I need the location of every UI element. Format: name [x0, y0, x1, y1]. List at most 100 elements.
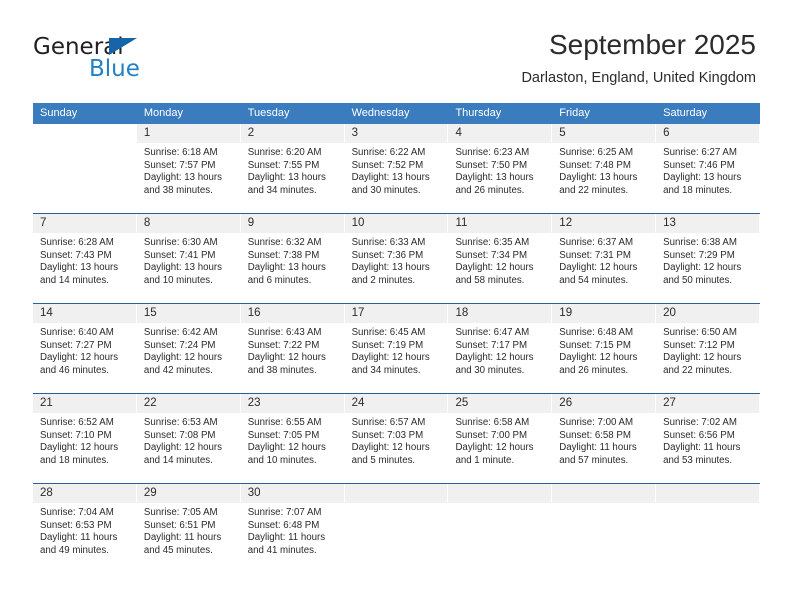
calendar-day-cell[interactable]: 14 Sunrise: 6:40 AM Sunset: 7:27 PM Dayligh… [33, 304, 137, 393]
day-details: Sunrise: 6:33 AM Sunset: 7:36 PM Daylight:… [345, 233, 449, 287]
sunset-text: Sunset: 6:48 PM [247, 519, 320, 531]
daylight-text-line1: Daylight: 12 hours [351, 352, 430, 364]
calendar-day-cell[interactable]: 11 Sunrise: 6:35 AM Sunset: 7:34 PM Dayligh… [448, 214, 553, 303]
daylight-text-line1: Daylight: 11 hours [143, 532, 222, 544]
daylight-text-line2: and 10 minutes. [247, 454, 317, 466]
day-number-band: 22 [136, 394, 241, 413]
sunrise-text: Sunrise: 6:27 AM [663, 147, 737, 158]
day-number: 1 [143, 127, 151, 139]
sunrise-text: Sunrise: 6:52 AM [40, 417, 114, 428]
calendar-day-cell[interactable]: 25 Sunrise: 6:58 AM Sunset: 7:00 PM Dayligh… [448, 394, 553, 483]
day-details: Sunrise: 6:52 AM Sunset: 7:10 PM Daylight:… [33, 413, 137, 467]
calendar-day-cell[interactable]: 18 Sunrise: 6:47 AM Sunset: 7:17 PM Dayligh… [448, 304, 553, 393]
sunset-text: Sunset: 7:31 PM [559, 249, 631, 261]
day-number-band [344, 484, 449, 503]
day-number-band [656, 484, 761, 503]
day-details: Sunrise: 6:53 AM Sunset: 7:08 PM Daylight:… [137, 413, 241, 467]
daylight-text-line1: Daylight: 11 hours [40, 532, 118, 544]
daylight-text-line2: and 54 minutes. [559, 274, 629, 286]
day-number: 20 [663, 307, 676, 319]
daylight-text-line1: Daylight: 11 hours [663, 442, 741, 454]
sunset-text: Sunset: 7:29 PM [663, 249, 735, 261]
sunset-text: Sunset: 7:34 PM [455, 249, 528, 261]
calendar-day-cell[interactable]: 29 Sunrise: 7:05 AM Sunset: 6:51 PM Dayligh… [136, 484, 241, 573]
sunrise-text: Sunrise: 6:18 AM [143, 147, 218, 158]
calendar-day-cell[interactable]: 7 Sunrise: 6:28 AM Sunset: 7:43 PM Daylight… [33, 214, 137, 303]
day-number-band: 11 [448, 214, 553, 233]
calendar-day-cell[interactable]: 17 Sunrise: 6:45 AM Sunset: 7:19 PM Dayligh… [344, 304, 449, 393]
calendar-day-cell[interactable]: 22 Sunrise: 6:53 AM Sunset: 7:08 PM Dayligh… [136, 394, 241, 483]
calendar-day-cell[interactable]: 9 Sunrise: 6:32 AM Sunset: 7:38 PM Daylight… [240, 214, 345, 303]
sunrise-text: Sunrise: 6:40 AM [40, 327, 114, 338]
calendar-day-cell[interactable]: 26 Sunrise: 7:00 AM Sunset: 6:58 PM Dayligh… [552, 394, 657, 483]
sunset-text: Sunset: 7:24 PM [143, 339, 216, 351]
calendar-day-cell[interactable]: 21 Sunrise: 6:52 AM Sunset: 7:10 PM Dayligh… [33, 394, 137, 483]
day-number: 9 [247, 217, 255, 229]
day-details: Sunrise: 6:43 AM Sunset: 7:22 PM Daylight:… [241, 323, 345, 377]
sunrise-text: Sunrise: 6:48 AM [559, 327, 634, 338]
daylight-text-line1: Daylight: 12 hours [247, 442, 326, 454]
calendar-day-cell[interactable]: 30 Sunrise: 7:07 AM Sunset: 6:48 PM Dayligh… [240, 484, 345, 573]
daylight-text-line1: Daylight: 12 hours [143, 442, 222, 454]
daylight-text-line2: and 14 minutes. [143, 454, 213, 466]
general-blue-logo: General Blue [33, 34, 253, 86]
sunrise-text: Sunrise: 6:38 AM [663, 237, 737, 248]
daylight-text-line2: and 53 minutes. [663, 454, 733, 466]
daylight-text-line1: Daylight: 13 hours [663, 172, 742, 184]
calendar-day-cell[interactable]: 1 Sunrise: 6:18 AM Sunset: 7:57 PM Daylight… [136, 124, 241, 213]
day-number-band: 14 [33, 304, 137, 323]
sunrise-text: Sunrise: 6:30 AM [143, 237, 218, 248]
calendar-day-cell[interactable]: 8 Sunrise: 6:30 AM Sunset: 7:41 PM Daylight… [136, 214, 241, 303]
sunset-text: Sunset: 6:58 PM [559, 429, 631, 441]
calendar-week-row: 1 Sunrise: 6:18 AM Sunset: 7:57 PM Daylight… [33, 124, 761, 214]
calendar-day-cell[interactable]: 2 Sunrise: 6:20 AM Sunset: 7:55 PM Daylight… [240, 124, 345, 213]
calendar-day-cell[interactable]: 12 Sunrise: 6:37 AM Sunset: 7:31 PM Dayligh… [552, 214, 657, 303]
daylight-text-line1: Daylight: 13 hours [351, 172, 430, 184]
calendar-empty-cell [448, 484, 553, 573]
day-number: 3 [351, 127, 358, 139]
calendar-week-row: 7 Sunrise: 6:28 AM Sunset: 7:43 PM Daylight… [33, 214, 761, 304]
day-details: Sunrise: 6:42 AM Sunset: 7:24 PM Daylight:… [137, 323, 241, 377]
sunset-text: Sunset: 7:50 PM [455, 159, 528, 171]
calendar-day-cell[interactable]: 23 Sunrise: 6:55 AM Sunset: 7:05 PM Dayligh… [240, 394, 345, 483]
calendar-day-cell[interactable]: 4 Sunrise: 6:23 AM Sunset: 7:50 PM Daylight… [448, 124, 553, 213]
day-number: 24 [351, 397, 365, 409]
page-title: September 2025 [548, 29, 756, 60]
sunset-text: Sunset: 7:43 PM [40, 249, 112, 261]
calendar-day-cell[interactable]: 28 Sunrise: 7:04 AM Sunset: 6:53 PM Dayligh… [33, 484, 137, 573]
day-number: 5 [559, 127, 566, 139]
day-number: 21 [40, 397, 53, 409]
sunset-text: Sunset: 7:19 PM [351, 339, 424, 351]
daylight-text-line1: Daylight: 13 hours [143, 172, 222, 184]
calendar-day-cell[interactable]: 13 Sunrise: 6:38 AM Sunset: 7:29 PM Dayligh… [656, 214, 761, 303]
calendar-day-cell[interactable]: 24 Sunrise: 6:57 AM Sunset: 7:03 PM Dayligh… [344, 394, 449, 483]
daylight-text-line2: and 58 minutes. [455, 274, 525, 286]
calendar-day-cell[interactable]: 27 Sunrise: 7:02 AM Sunset: 6:56 PM Dayligh… [656, 394, 761, 483]
calendar-day-cell[interactable]: 16 Sunrise: 6:43 AM Sunset: 7:22 PM Dayligh… [240, 304, 345, 393]
calendar-week-row: 14 Sunrise: 6:40 AM Sunset: 7:27 PM Dayligh… [33, 304, 761, 394]
calendar-day-cell[interactable]: 19 Sunrise: 6:48 AM Sunset: 7:15 PM Dayligh… [552, 304, 657, 393]
calendar-day-cell[interactable]: 15 Sunrise: 6:42 AM Sunset: 7:24 PM Dayligh… [136, 304, 241, 393]
day-details: Sunrise: 6:58 AM Sunset: 7:00 PM Daylight:… [448, 413, 552, 467]
calendar-day-cell[interactable]: 20 Sunrise: 6:50 AM Sunset: 7:12 PM Dayligh… [656, 304, 761, 393]
day-number: 14 [40, 307, 53, 319]
day-number: 23 [247, 397, 261, 409]
calendar-page: General Blue September 2025 Darlaston, E… [0, 0, 792, 612]
calendar-day-cell[interactable]: 10 Sunrise: 6:33 AM Sunset: 7:36 PM Dayligh… [344, 214, 449, 303]
day-number-band: 1 [136, 124, 241, 143]
sunset-text: Sunset: 7:27 PM [40, 339, 112, 351]
sunset-text: Sunset: 7:46 PM [663, 159, 735, 171]
sunset-text: Sunset: 7:10 PM [40, 429, 112, 441]
day-number: 15 [143, 307, 157, 319]
daylight-text-line2: and 57 minutes. [559, 454, 629, 466]
calendar-day-cell[interactable]: 6 Sunrise: 6:27 AM Sunset: 7:46 PM Daylight… [656, 124, 761, 213]
day-number-band: 27 [656, 394, 761, 413]
sunset-text: Sunset: 6:56 PM [663, 429, 735, 441]
daylight-text-line2: and 5 minutes. [351, 454, 416, 466]
sunset-text: Sunset: 7:55 PM [247, 159, 320, 171]
day-number-band: 9 [240, 214, 345, 233]
day-details: Sunrise: 6:30 AM Sunset: 7:41 PM Daylight:… [137, 233, 241, 287]
daylight-text-line1: Daylight: 12 hours [559, 352, 638, 364]
calendar-day-cell[interactable]: 3 Sunrise: 6:22 AM Sunset: 7:52 PM Daylight… [344, 124, 449, 213]
calendar-day-cell[interactable]: 5 Sunrise: 6:25 AM Sunset: 7:48 PM Daylight… [552, 124, 657, 213]
